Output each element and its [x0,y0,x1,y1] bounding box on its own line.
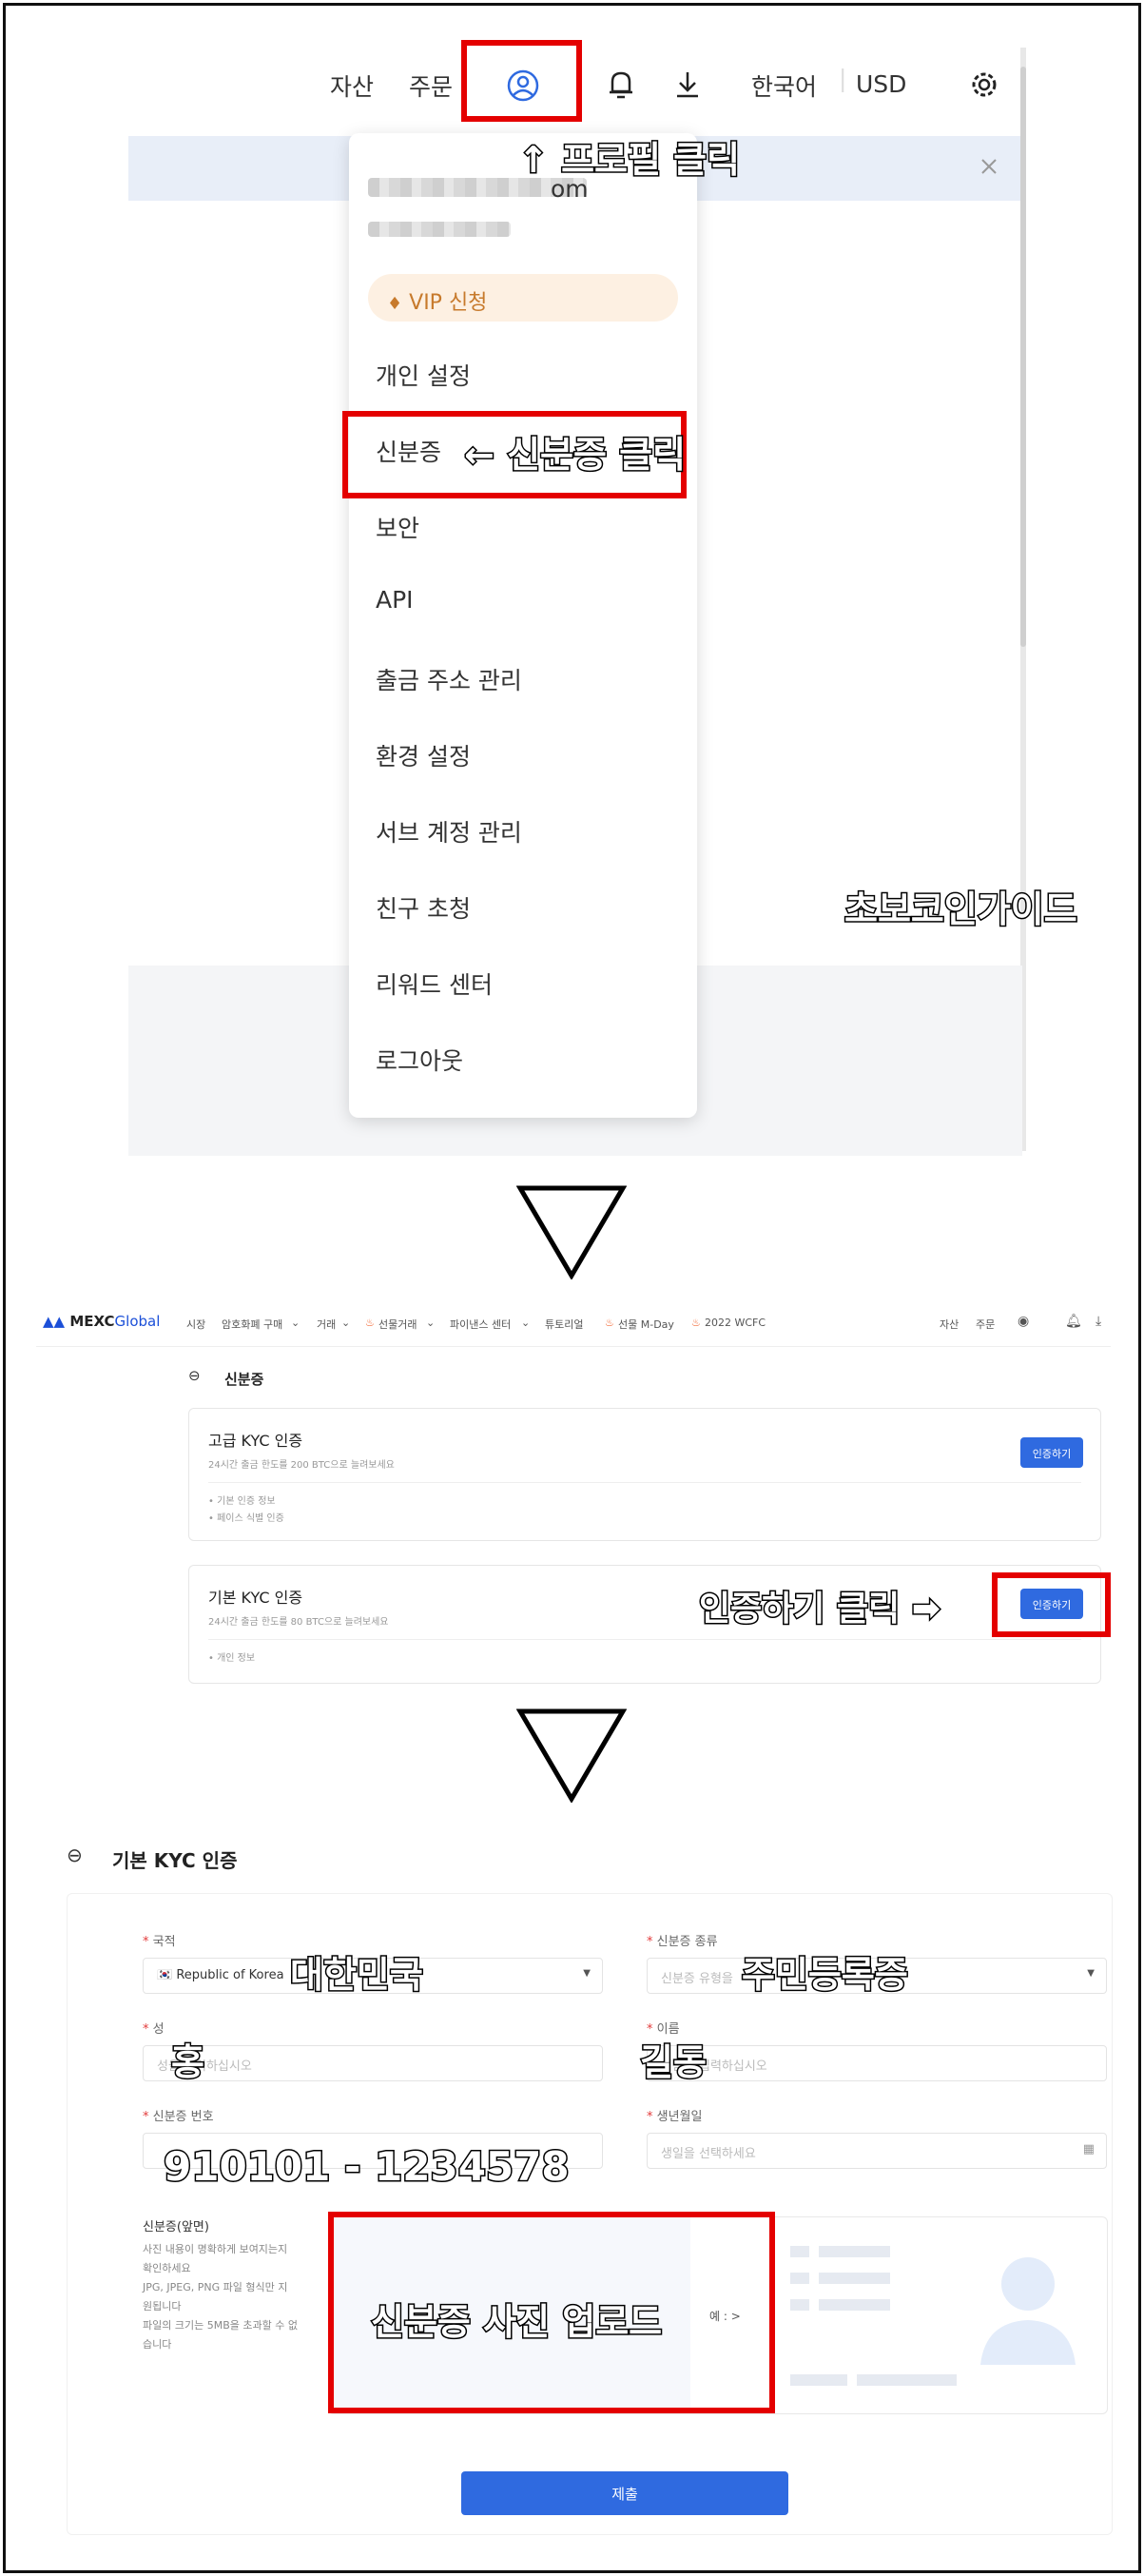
nav-orders-2[interactable]: 주문 [976,1317,995,1332]
nav-finance-center[interactable]: 파이낸스 센터 [450,1317,511,1332]
menu-item-logout[interactable]: 로그아웃 [376,1043,463,1077]
annotation-country: 대한민국 [289,1953,425,1998]
fire-icon: ♨ [365,1317,375,1329]
vip-apply-button[interactable]: ♦ VIP 신청 [368,274,678,322]
annotation-first-name: 길동 [639,2040,708,2085]
card-advanced-kyc: 고급 KYC 인증 24시간 출금 한도를 200 BTC으로 늘려보세요 • … [188,1408,1101,1541]
nav-orders[interactable]: 주문 [409,68,453,103]
annotation-id-type: 주민등록증 [741,1953,910,1998]
close-icon[interactable] [979,157,999,176]
nav-futures[interactable]: 선물거래 [378,1317,417,1332]
profile-dropdown-menu: om ♦ VIP 신청 개인 설정 신분증 보안 API 출금 주소 관리 환경… [349,133,697,1118]
first-name-input[interactable]: 이름을 입력하십시오 [647,2045,1107,2081]
profile-icon-small[interactable]: ◉ [1018,1314,1029,1329]
birth-date-input[interactable]: 생일을 선택하세요 ▦ [647,2133,1107,2169]
watermark: 초보코인가이드 [843,888,1079,932]
menu-item-preferences[interactable]: 환경 설정 [376,738,471,772]
menu-item-sub-accounts[interactable]: 서브 계정 관리 [376,814,522,849]
bell-icon-small[interactable]: 🔔︎ [1065,1314,1082,1329]
upload-label: 신분증(앞면) [143,2220,209,2234]
menu-item-security[interactable]: 보안 [376,510,419,544]
nav-divider [36,1346,1111,1347]
nav-trade[interactable]: 거래 [317,1317,336,1332]
bell-icon[interactable] [607,68,635,101]
id-type-label: * 신분증 종류 [647,1935,718,1949]
chevron-down-icon: ⌄ [291,1317,301,1329]
annotation-verify-click: 인증하기 클릭 ➡ [698,1589,942,1630]
menu-item-invite-friends[interactable]: 친구 초청 [376,890,471,925]
id-number-label: * 신분증 번호 [143,2110,214,2124]
caret-down-icon: ▼ [583,1968,591,1979]
page-title-id: 신분증 [224,1371,264,1388]
annotation-upload: 신분증 사진 업로드 [369,2300,663,2345]
highlight-verify [992,1572,1111,1637]
card-basic-kyc: 기본 KYC 인증 24시간 출금 한도를 80 BTC으로 늘려보세요 • 개… [188,1565,1101,1684]
menu-item-personal-settings[interactable]: 개인 설정 [376,358,471,392]
blurred-uid [368,222,511,237]
annotation-id-click: ← 신분증 클릭 [462,433,687,478]
nav-tutorial[interactable]: 튜토리얼 [545,1317,583,1332]
nav-currency[interactable]: USD [856,70,906,98]
logo-mountain-icon: ▲▲ [43,1313,66,1330]
highlight-profile [461,40,582,122]
advanced-kyc-subtitle: 24시간 출금 한도를 200 BTC으로 늘려보세요 [208,1460,395,1471]
birth-label: * 생년월일 [647,2110,703,2124]
country-label: * 국적 [143,1935,176,1949]
down-arrow-triangle [516,1185,627,1279]
mexc-logo[interactable]: ▲▲ MEXCGlobal [43,1313,160,1330]
nav-futures-mday[interactable]: 선물 M-Day [618,1317,674,1332]
upload-notes: 사진 내용이 명확하게 보여지는지 확인하세요 JPG, JPEG, PNG 파… [143,2243,298,2351]
basic-kyc-subtitle: 24시간 출금 한도를 80 BTC으로 늘려보세요 [208,1617,389,1628]
calendar-icon: ▦ [1082,2142,1095,2156]
diamond-icon: ♦ [387,294,403,314]
nav-language[interactable]: 한국어 [751,68,817,103]
download-icon[interactable] [673,68,702,101]
last-name-label: * 성 [143,2022,165,2037]
download-icon-small[interactable]: ⤓ [1096,1314,1101,1329]
person-silhouette-icon [980,2257,1076,2365]
caret-down-icon: ▼ [1087,1968,1095,1979]
back-icon[interactable]: ⊖ [188,1367,201,1384]
annotation-last-name: 홍 [170,2040,206,2085]
basic-kyc-page-title: 기본 KYC 인증 [112,1849,238,1872]
advanced-verify-button[interactable]: 인증하기 [1020,1437,1083,1468]
nav-market[interactable]: 시장 [186,1317,205,1332]
vip-label: VIP 신청 [409,291,488,315]
annotation-id-number: 910101 - 1234578 [163,2142,572,2192]
menu-item-withdrawal-address[interactable]: 출금 주소 관리 [376,662,522,696]
nav-assets-2[interactable]: 자산 [940,1317,959,1332]
nav-assets[interactable]: 자산 [330,68,374,103]
menu-item-rewards[interactable]: 리워드 센터 [376,966,493,1001]
advanced-kyc-title: 고급 KYC 인증 [208,1432,303,1450]
nav-buy-crypto[interactable]: 암호화폐 구매 [222,1317,282,1332]
down-arrow-triangle-2 [516,1708,627,1803]
annotation-profile-click: ↑ 프로필 클릭 [516,138,741,183]
submit-button[interactable]: 제출 [461,2471,788,2515]
gear-icon[interactable] [968,68,1000,101]
basic-kyc-title: 기본 KYC 인증 [208,1589,303,1607]
menu-item-api[interactable]: API [376,586,414,614]
last-name-input[interactable]: 성을 입력하십시오 [143,2045,603,2081]
nav-wcfc[interactable]: 2022 WCFC [705,1317,766,1329]
back-icon-2[interactable]: ⊖ [67,1844,83,1866]
korea-flag-icon: 🇰🇷 [157,1968,173,1982]
